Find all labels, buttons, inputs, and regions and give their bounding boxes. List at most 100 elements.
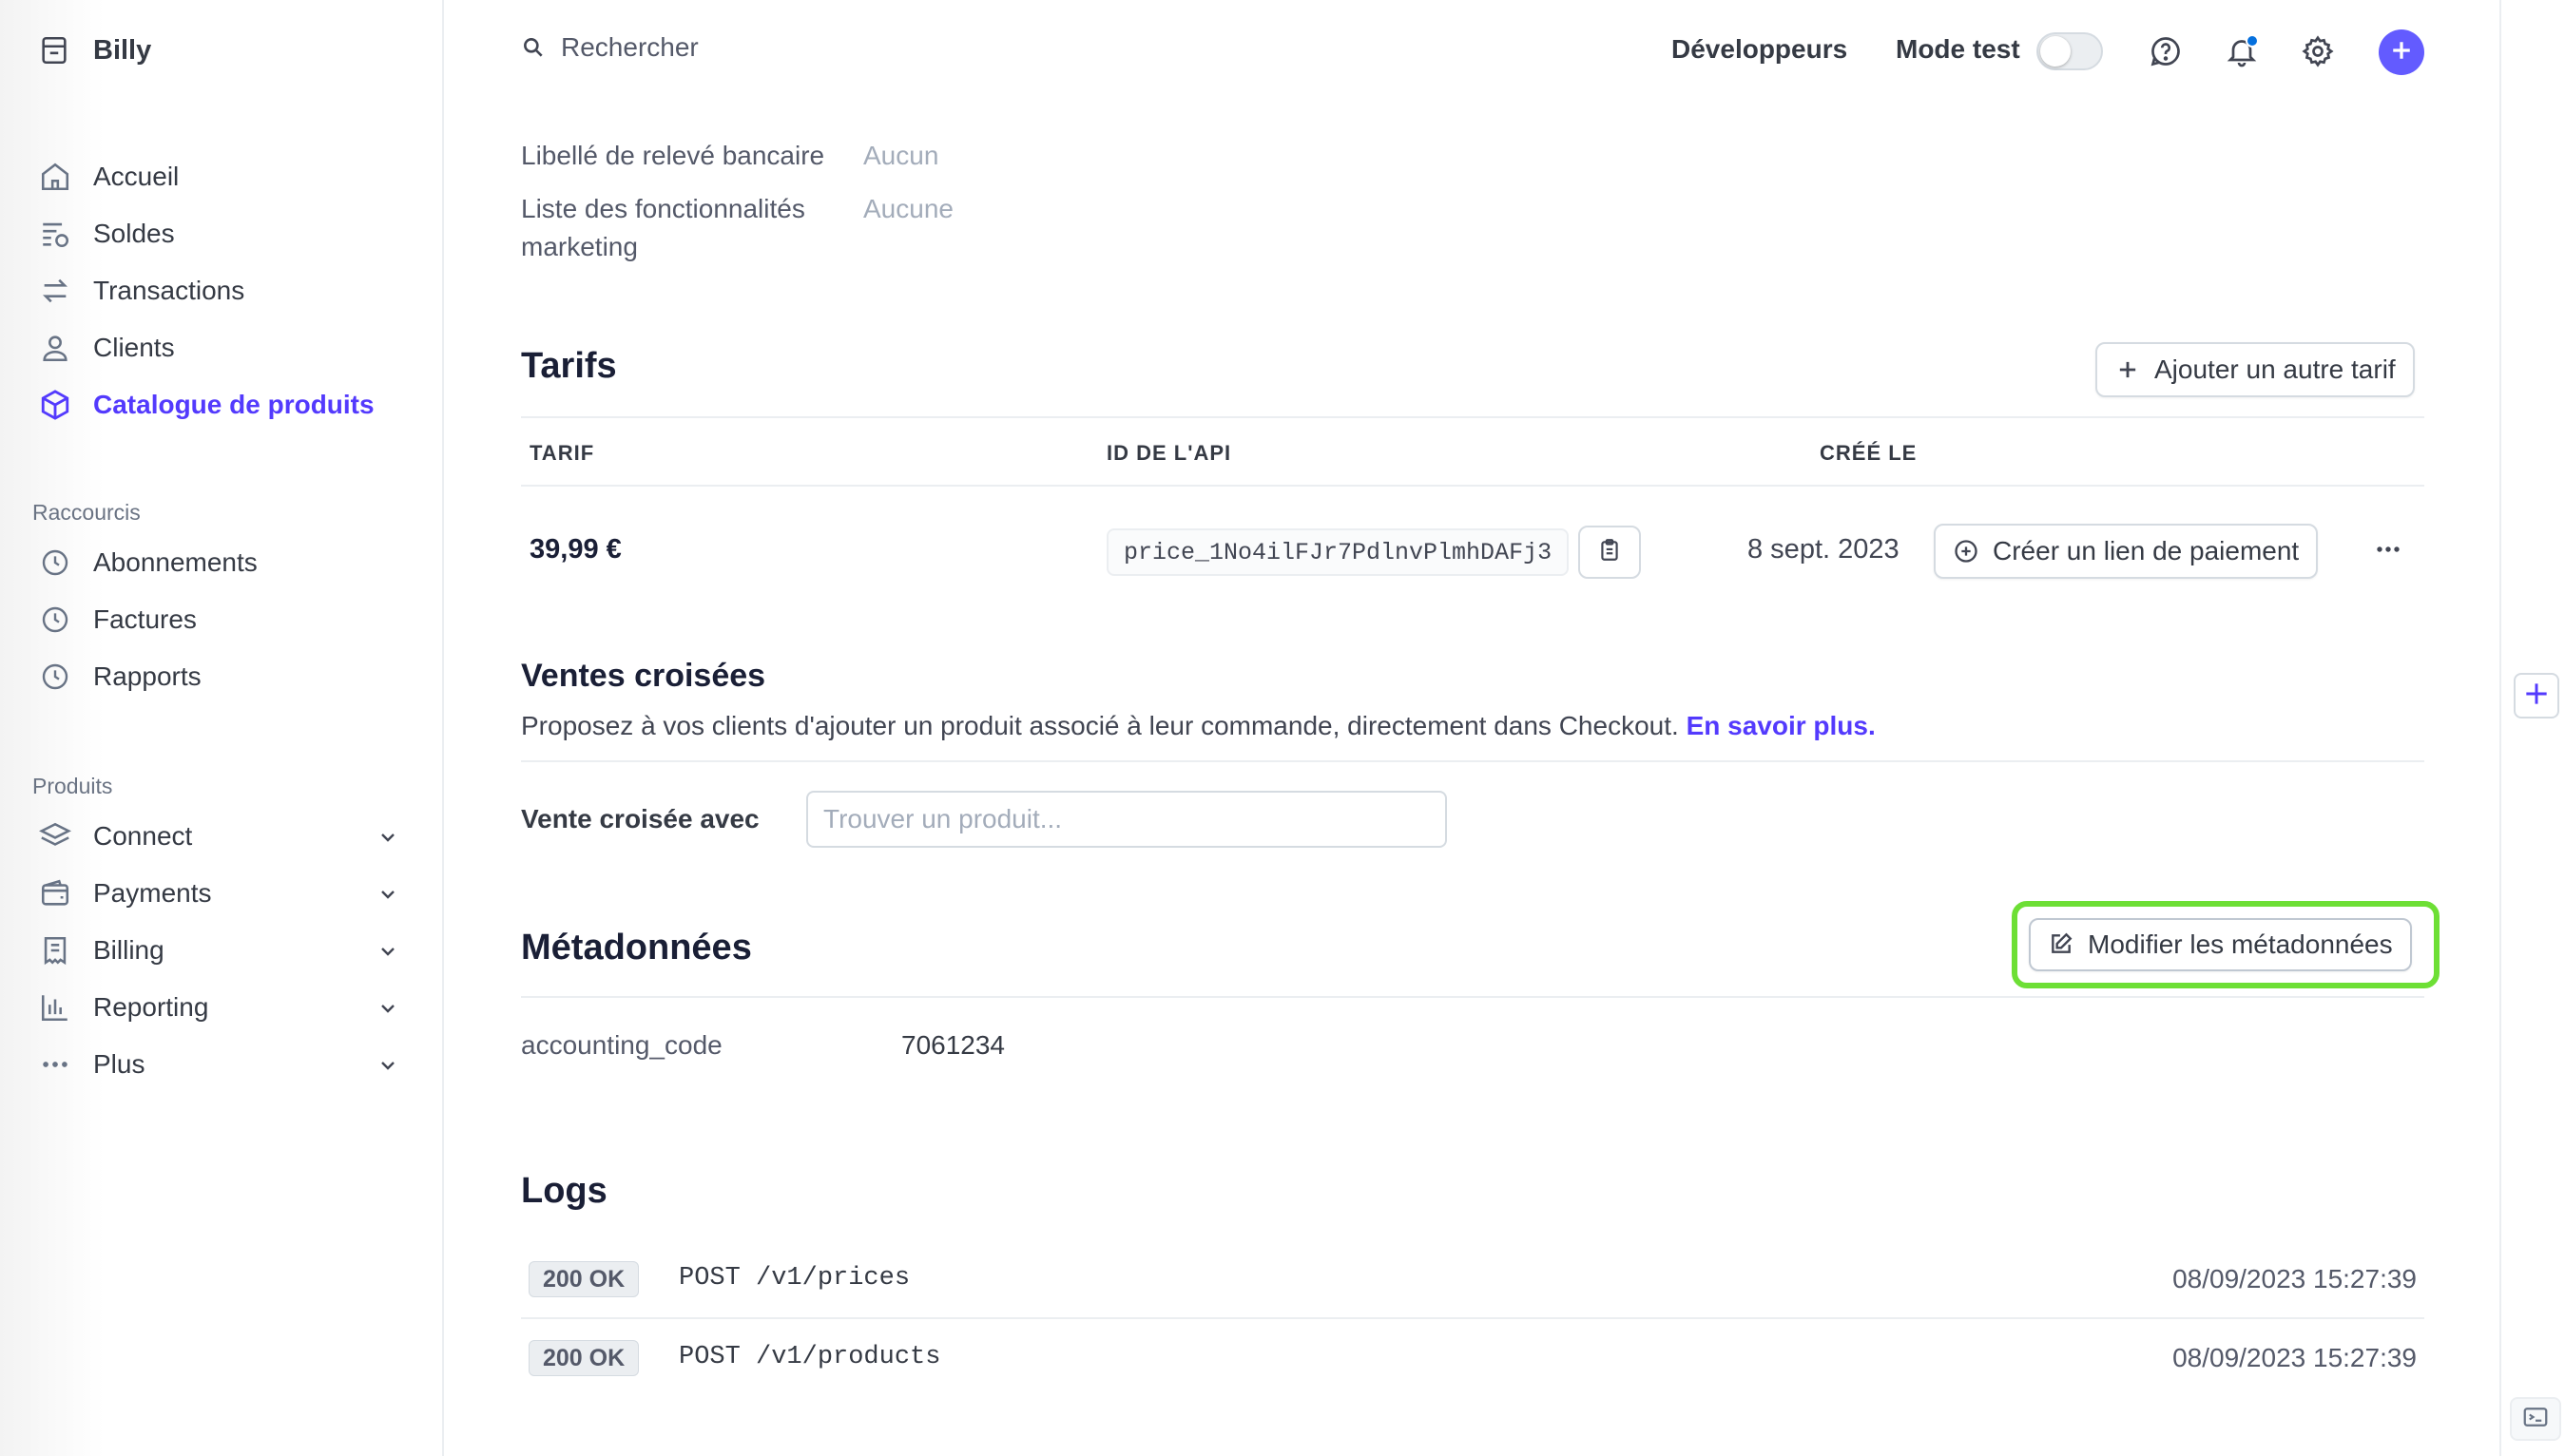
add-price-label: Ajouter un autre tarif [2154,354,2396,384]
console-button[interactable] [2510,1397,2561,1441]
sidebar-item-billing[interactable]: Billing [38,931,395,969]
sidebar-item-label: Clients [93,333,175,362]
sidebar-item-label: Rapports [93,661,202,691]
sidebar-item-label: Payments [93,878,212,908]
statement-descriptor-value: Aucun [863,141,939,170]
search-input[interactable] [561,32,922,63]
sidebar-item-plus[interactable]: Plus [38,1045,395,1083]
log-timestamp: 08/09/2023 15:27:39 [2172,1343,2417,1372]
sidebar-item-label: Accueil [93,162,180,191]
home-icon [38,160,72,194]
plus-icon [2114,356,2141,383]
bar-chart-icon [38,990,72,1025]
test-mode-toggle[interactable] [2036,32,2103,70]
gear-icon[interactable] [2301,34,2335,68]
layers-icon [38,819,72,853]
marketing-features-label-line1: Liste des fonctionnalités [521,194,805,223]
add-price-button[interactable]: Ajouter un autre tarif [2095,342,2415,397]
cross-sell-description: Proposez à vos clients d'ajouter un prod… [521,711,1876,741]
rail-add-button[interactable] [2514,673,2559,718]
transactions-icon [38,274,72,308]
account-switcher[interactable]: Billy [38,34,151,67]
chevron-down-icon [376,996,399,1019]
test-mode-label: Mode test [1896,34,2020,64]
right-rail [2499,0,2565,1456]
logs-title: Logs [521,1171,608,1211]
divider [521,416,2424,418]
sidebar-item-soldes[interactable]: Soldes [38,215,175,253]
products-title: Produits [32,774,113,798]
toggle-knob [2040,36,2071,67]
sidebar-item-label: Catalogue de produits [93,390,375,419]
log-request: POST /v1/products [679,1343,941,1371]
plus-icon [2521,679,2552,714]
column-header-tarif: TARIF [530,441,595,465]
copy-button[interactable] [1578,526,1641,579]
sidebar-item-payments[interactable]: Payments [38,874,395,912]
sidebar-item-label: Soldes [93,219,175,248]
divider [521,760,2424,762]
search-bar[interactable] [521,32,922,63]
marketing-features-value: Aucune [863,194,954,223]
sidebar-item-accueil[interactable]: Accueil [38,158,179,196]
wallet-icon [38,876,72,910]
metadata-key: accounting_code [521,1030,723,1060]
plus-icon [2387,36,2416,69]
status-badge: 200 OK [529,1261,640,1297]
divider [521,1317,2424,1319]
user-icon [38,331,72,365]
sidebar-item-label: Reporting [93,992,209,1022]
column-header-api-id: ID DE L'API [1107,441,1232,465]
sidebar-item-rapports[interactable]: Rapports [38,658,202,696]
edit-icon [2048,931,2074,958]
developers-link[interactable]: Développeurs [1671,34,1847,65]
sidebar-item-label: Connect [93,821,193,851]
api-id-value[interactable]: price_1No4ilFJr7PdlnvPlmhDAFj3 [1107,528,1570,576]
divider [521,996,2424,998]
shortcuts-title: Raccourcis [32,500,141,525]
chevron-down-icon [376,1053,399,1076]
account-name: Billy [93,34,152,66]
clock-icon [38,660,72,694]
sidebar-item-label: Abonnements [93,547,258,577]
terminal-icon [2521,1403,2550,1436]
price-amount: 39,99 € [530,534,622,565]
store-icon [38,34,70,67]
divider [521,485,2424,487]
learn-more-link[interactable]: En savoir plus. [1687,711,1876,740]
sidebar-item-factures[interactable]: Factures [38,601,197,639]
cross-sell-description-text: Proposez à vos clients d'ajouter un prod… [521,711,1679,740]
chevron-down-icon [376,882,399,905]
clipboard-icon [1597,538,1622,567]
sidebar-item-label: Transactions [93,276,245,305]
more-actions-icon[interactable] [2371,532,2405,566]
marketing-features-label-line2: marketing [521,232,638,261]
sidebar-item-connect[interactable]: Connect [38,817,395,855]
log-timestamp: 08/09/2023 15:27:39 [2172,1264,2417,1293]
sidebar-item-abonnements[interactable]: Abonnements [38,544,258,582]
marketing-features-label: Liste des fonctionnalités marketing [521,190,805,266]
metadata-value: 7061234 [901,1030,1006,1060]
sidebar-item-transactions[interactable]: Transactions [38,272,244,310]
create-payment-link-button[interactable]: Créer un lien de paiement [1934,524,2319,579]
status-badge: 200 OK [529,1340,640,1376]
clock-icon [38,546,72,580]
chevron-down-icon [376,825,399,848]
edit-metadata-button[interactable]: Modifier les métadonnées [2029,918,2412,971]
help-icon[interactable] [2149,34,2183,68]
sidebar-item-label: Billing [93,935,164,965]
create-payment-link-label: Créer un lien de paiement [1993,536,2300,565]
sidebar-item-catalogue-de-produits[interactable]: Catalogue de produits [38,386,375,424]
cross-sell-field-label: Vente croisée avec [521,804,760,833]
sidebar-item-reporting[interactable]: Reporting [38,988,395,1026]
sidebar-item-clients[interactable]: Clients [38,329,175,367]
chevron-down-icon [376,939,399,962]
created-date: 8 sept. 2023 [1747,534,1900,565]
box-icon [38,388,72,422]
balances-icon [38,217,72,251]
product-search-input[interactable] [806,791,1447,848]
statement-descriptor-label: Libellé de relevé bancaire [521,141,825,170]
create-button[interactable] [2379,29,2424,75]
metadata-title: Métadonnées [521,928,752,967]
cross-sell-title: Ventes croisées [521,658,766,694]
